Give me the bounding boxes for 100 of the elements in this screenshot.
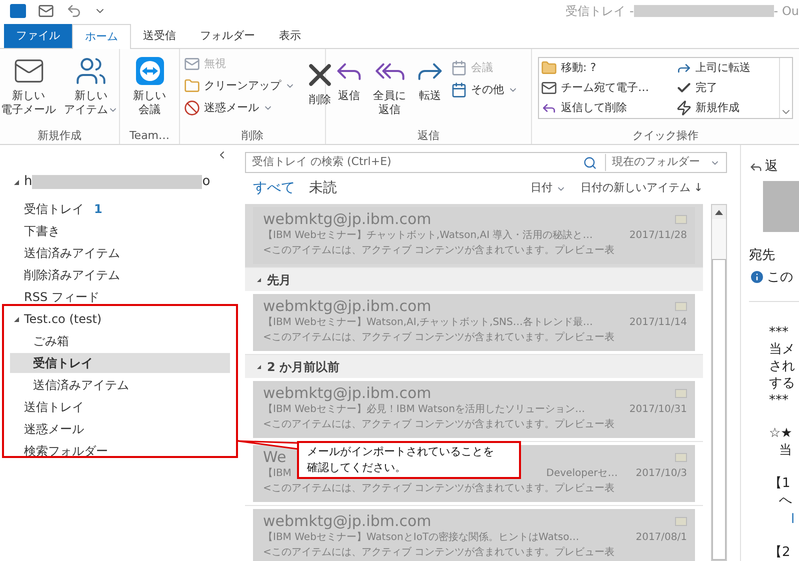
message-date: 2017/10/3 xyxy=(636,467,687,481)
message-date: 2017/10/31 xyxy=(629,403,687,417)
envelope-icon xyxy=(541,80,557,96)
ribbon-small-button[interactable]: その他 xyxy=(451,79,518,101)
folder-item[interactable]: 迷惑メール xyxy=(24,419,230,439)
scope-dropdown[interactable]: 現在のフォルダー xyxy=(605,154,720,171)
subject: 【IBM Webセミナー】必見！IBM Watsonを活用したソリューション… xyxy=(263,402,585,417)
ribbon-tab[interactable]: ファイル xyxy=(4,24,72,48)
group-header[interactable]: 2 か月前以前 xyxy=(245,355,703,378)
expand-triangle-icon[interactable] xyxy=(14,316,19,322)
ribbon-small-button[interactable]: クリーンアップ xyxy=(184,75,295,97)
folder-item[interactable]: 送信トレイ xyxy=(24,397,230,417)
message-preview: <このアイテムには、アクティブ コンテンツが含まれています。プレビュー表 xyxy=(263,419,615,430)
callout-tail xyxy=(237,440,299,450)
folder-item[interactable]: 削除済みアイテム xyxy=(24,265,230,285)
sender: webmktg@jp.ibm.com xyxy=(263,297,432,315)
window-title: 受信トレイ - xyxy=(566,3,634,20)
message-preview: <このアイテムには、アクティブ コンテンツが含まれています。プレビュー表 xyxy=(263,483,615,494)
sort-order[interactable]: 日付の新しいアイテム ↓ xyxy=(580,180,703,197)
quick-step[interactable]: 上司に転送 xyxy=(676,58,777,78)
ribbon-tab[interactable]: 送受信 xyxy=(131,24,188,48)
sort-dropdown[interactable]: 日付 xyxy=(530,180,566,197)
quick-step[interactable]: 新規作成 xyxy=(676,98,777,118)
folder-item[interactable]: 送信済みアイテム xyxy=(24,243,230,263)
avatar-silhouette xyxy=(763,180,799,232)
ribbon-tab[interactable]: フォルダー xyxy=(188,24,267,48)
ribbon-tab[interactable]: ホーム xyxy=(72,24,131,49)
ribbon-button[interactable]: 新しい 会議 xyxy=(130,49,169,127)
message-date: 2017/08/1 xyxy=(636,531,687,545)
app-logo-icon xyxy=(10,4,26,18)
ribbon-button[interactable]: 返信 xyxy=(330,49,368,127)
ribbon-button[interactable]: 新しい アイテム xyxy=(61,49,121,127)
ribbon-button[interactable]: 転送 xyxy=(411,49,449,127)
envelope-icon xyxy=(675,302,687,310)
lightning-icon xyxy=(676,100,692,116)
reply-label[interactable]: 返 xyxy=(765,157,778,176)
message-preview: <このアイテムには、アクティブ コンテンツが含まれています。プレビュー表 xyxy=(263,332,615,343)
quick-step[interactable]: 返信して削除 xyxy=(541,98,676,118)
group-label: Team… xyxy=(129,128,170,144)
envelope-icon xyxy=(675,214,687,224)
filter-tab[interactable]: 未読 xyxy=(309,178,337,199)
quick-step[interactable]: 移動: ? xyxy=(541,58,676,78)
envelope-icon xyxy=(675,388,687,398)
folder-item[interactable]: 送信済みアイテム xyxy=(33,375,230,395)
body-text: 当 xyxy=(778,442,793,459)
account-name[interactable]: h xyxy=(24,172,32,192)
quick-step[interactable]: チーム宛て電子… xyxy=(541,78,676,98)
calendar-icon xyxy=(451,60,467,76)
folder-icon xyxy=(541,60,557,76)
folder-icon xyxy=(184,78,200,94)
info-icon xyxy=(749,269,765,286)
unread-count: 1 xyxy=(94,201,102,218)
calendar-icon xyxy=(451,82,467,98)
quick-step[interactable]: 完了 xyxy=(676,78,777,98)
body-text: へ xyxy=(778,492,793,509)
folder-item[interactable]: 受信トレイ xyxy=(10,353,230,373)
envelope-icon xyxy=(184,56,200,72)
body-text: する xyxy=(768,375,796,392)
subject: Developerセ… xyxy=(546,467,618,481)
ribbon-tab[interactable]: 表示 xyxy=(267,24,313,48)
account-name[interactable]: o xyxy=(202,172,210,192)
to-label: 宛先 xyxy=(749,247,776,265)
message-date: 2017/11/14 xyxy=(629,316,687,330)
body-text: *** xyxy=(768,324,790,341)
envelope-icon xyxy=(675,516,687,526)
window-title: - Ou xyxy=(774,3,799,20)
folder-item[interactable]: RSS フィード xyxy=(24,287,230,307)
folder-item[interactable]: 検索フォルダー xyxy=(24,441,230,461)
people-icon xyxy=(75,55,107,87)
folder-item[interactable]: ごみ箱 xyxy=(33,331,230,351)
body-text: ☆★ xyxy=(768,425,794,442)
message-date: 2017/11/28 xyxy=(629,229,687,243)
no-entry-icon xyxy=(184,100,200,116)
group-label: 返信 xyxy=(418,128,440,144)
envelope-icon xyxy=(675,452,687,462)
group-header[interactable]: 先月 xyxy=(245,268,703,291)
body-text: 当メ xyxy=(768,341,796,358)
search-field[interactable]: 受信トレイ の検索 (Ctrl+E) 現在のフォルダー xyxy=(245,152,727,173)
expand-triangle-icon[interactable] xyxy=(14,180,19,184)
envelope-icon[interactable] xyxy=(38,3,54,19)
ribbon-small-button[interactable]: 迷惑メール xyxy=(184,97,295,119)
filter-tab[interactable]: すべて xyxy=(253,178,295,199)
subject: 【IBM Webセミナー】Watson,AI,チャットボット,SNS…各トレンド最… xyxy=(263,316,593,330)
folder-item[interactable]: Test.co (test) xyxy=(24,309,230,329)
group-label: 新規作成 xyxy=(38,128,82,144)
folder-item[interactable]: 受信トレイ 1 xyxy=(24,199,230,219)
undo-icon[interactable] xyxy=(66,3,82,19)
body-text: *** xyxy=(768,392,790,409)
search-icon[interactable] xyxy=(583,156,597,170)
folder-item[interactable]: 下書き xyxy=(24,221,230,241)
scrollbar[interactable] xyxy=(711,204,727,561)
ribbon-button[interactable]: 全員に 返信 xyxy=(370,49,409,127)
sender: We xyxy=(263,448,286,466)
body-text: 【2 xyxy=(768,544,792,561)
body-text: され xyxy=(768,358,796,375)
group-label: クイック操作 xyxy=(632,128,698,144)
link-text[interactable]: l xyxy=(749,511,799,528)
group-label: 削除 xyxy=(242,128,264,144)
subject: 【IBM xyxy=(263,466,292,481)
ribbon-button[interactable]: 新しい 電子メール xyxy=(0,49,59,127)
